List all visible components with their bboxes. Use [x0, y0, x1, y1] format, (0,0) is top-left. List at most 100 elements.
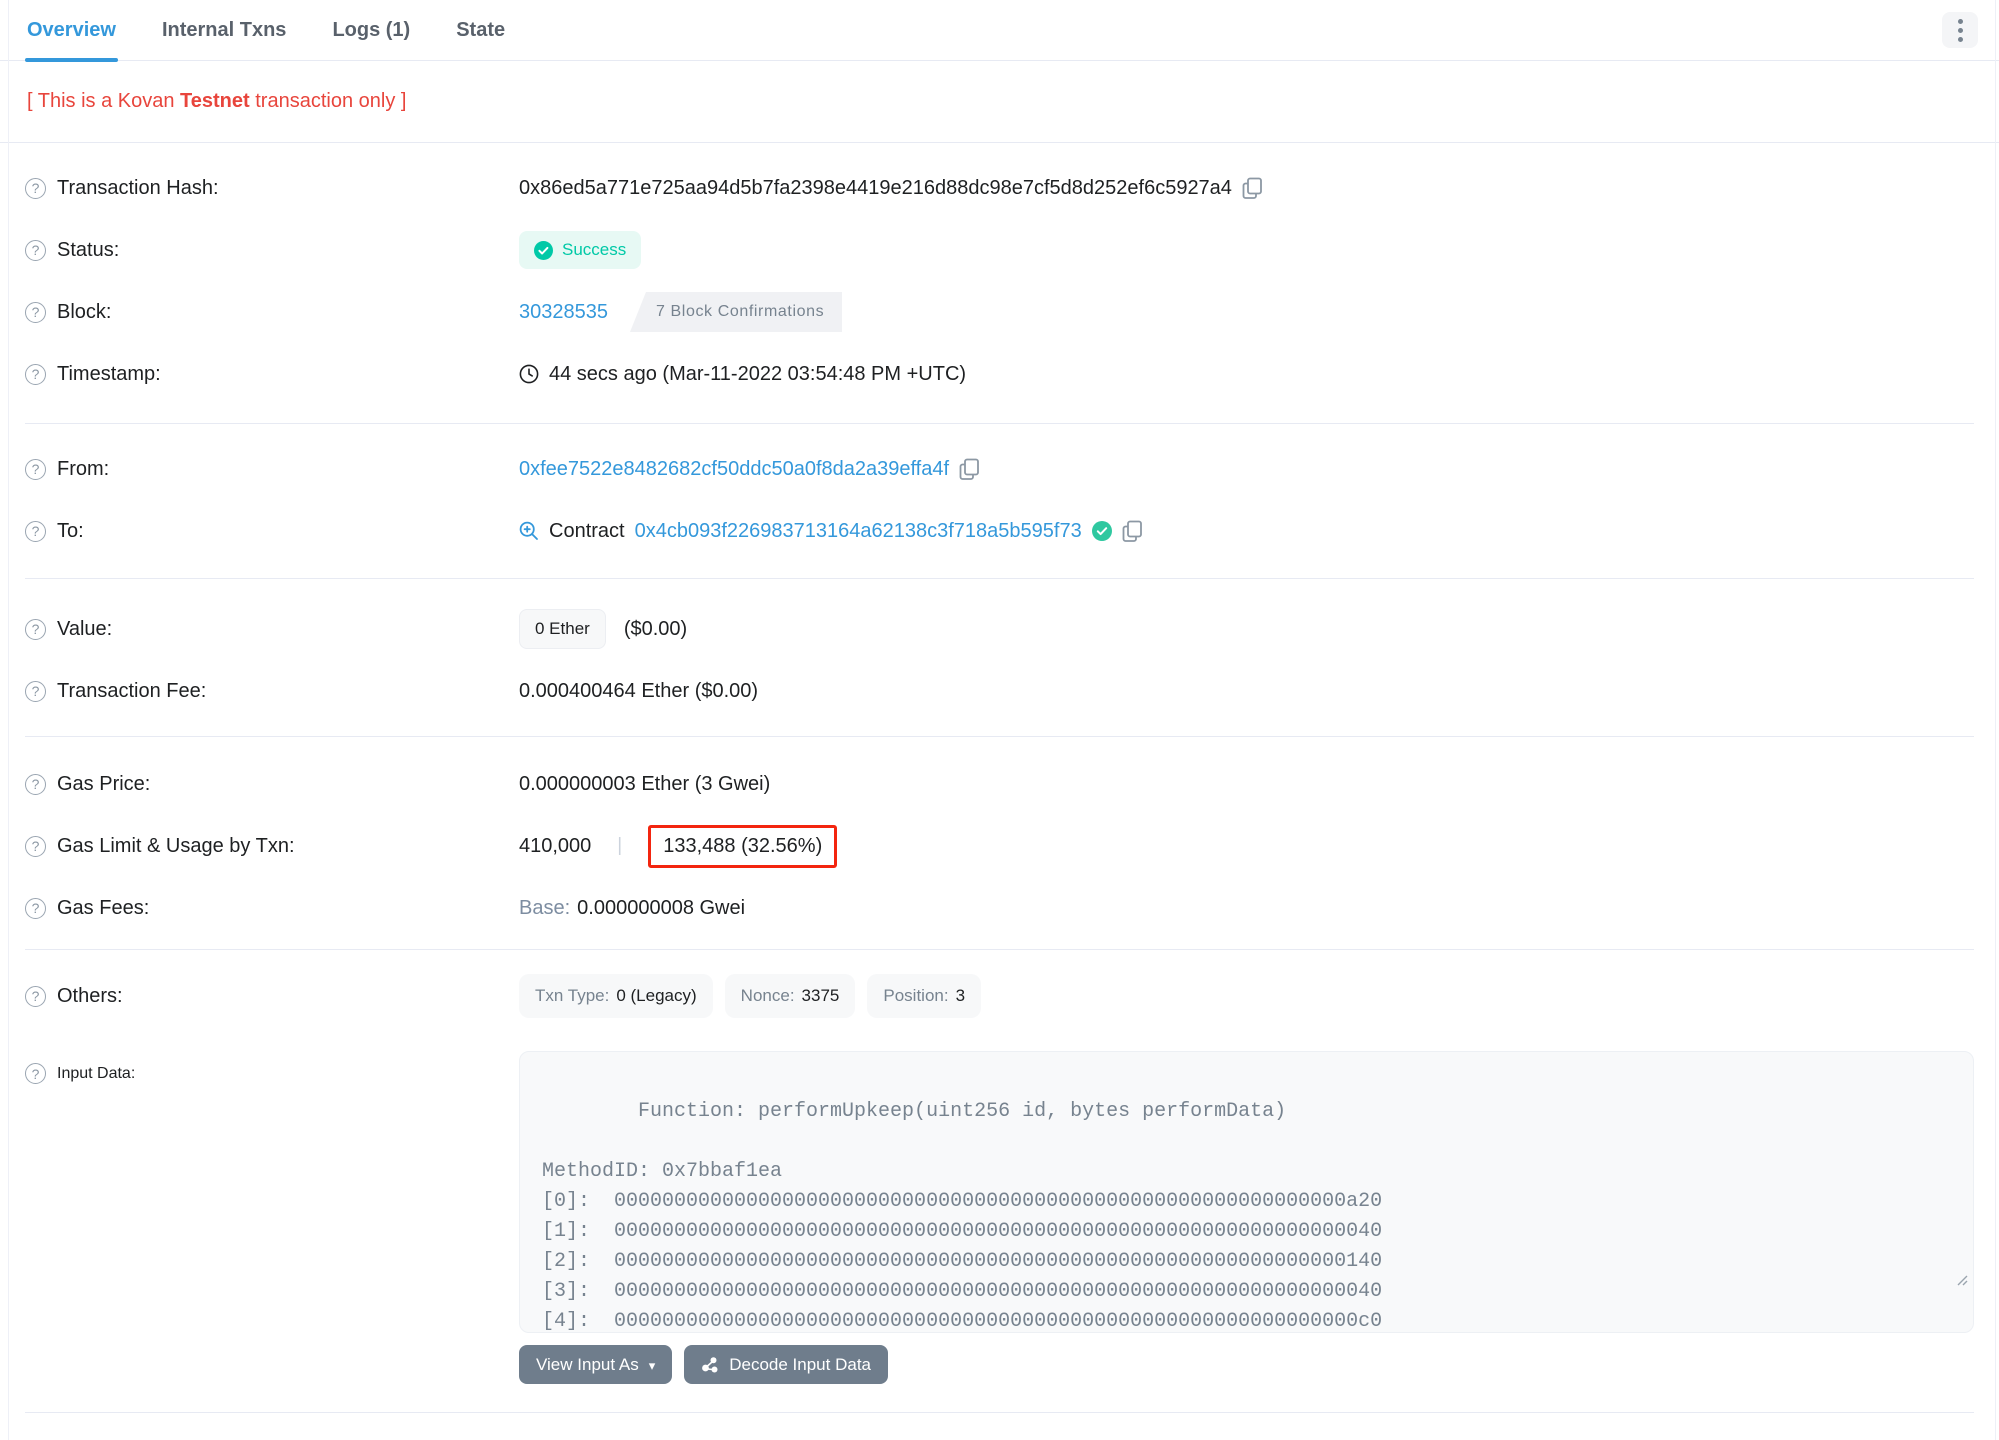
to-row: ? To: Contract 0x4cb093f226983713164a621…: [25, 500, 1974, 562]
testnet-warning-bold: Testnet: [180, 90, 250, 112]
active-tab-underline: [25, 57, 118, 62]
tab-state[interactable]: State: [456, 0, 505, 61]
view-input-as-label: View Input As: [536, 1354, 639, 1374]
timestamp-label: Timestamp:: [57, 362, 161, 385]
gas-usage-value-annotated: 133,488 (32.56%): [648, 824, 838, 868]
help-icon[interactable]: ?: [25, 618, 46, 640]
to-address-link[interactable]: 0x4cb093f226983713164a62138c3f718a5b595f…: [635, 520, 1082, 543]
help-icon[interactable]: ?: [25, 897, 46, 919]
input-data-label: Input Data:: [57, 1064, 136, 1082]
help-icon[interactable]: ?: [25, 1063, 46, 1084]
from-row: ? From: 0xfee7522e8482682cf50ddc50a0f8da…: [25, 438, 1974, 500]
value-ether-badge: 0 Ether: [519, 609, 606, 649]
testnet-warning: [ This is a Kovan Testnet transaction on…: [0, 61, 1999, 143]
decode-input-data-button[interactable]: Decode Input Data: [684, 1345, 888, 1384]
decode-input-data-label: Decode Input Data: [729, 1354, 871, 1374]
tab-overview[interactable]: Overview: [25, 0, 118, 62]
view-input-as-button[interactable]: View Input As ▾: [519, 1345, 673, 1384]
gas-limit-divider: |: [617, 835, 623, 856]
gas-fees-label: Gas Fees:: [57, 896, 150, 919]
status-badge: Success: [519, 231, 642, 269]
tab-internal-txns[interactable]: Internal Txns: [162, 0, 286, 61]
txn-type-key: Txn Type:: [535, 986, 610, 1005]
help-icon[interactable]: ?: [25, 520, 46, 542]
copy-icon[interactable]: [1122, 520, 1143, 543]
help-icon[interactable]: ?: [25, 835, 46, 857]
copy-icon[interactable]: [1242, 177, 1263, 200]
to-contract-prefix: Contract: [549, 519, 625, 542]
transaction-fee-label: Transaction Fee:: [57, 679, 207, 702]
gas-price-label: Gas Price:: [57, 772, 151, 795]
value-row: ? Value: 0 Ether ($0.00): [25, 598, 1974, 660]
transaction-fee-value: 0.000400464 Ether ($0.00): [519, 679, 759, 702]
resize-grip-icon[interactable]: [1834, 1237, 1968, 1327]
help-icon[interactable]: ?: [25, 773, 46, 795]
transaction-hash-label-group: ? Transaction Hash:: [25, 177, 519, 200]
section-addresses: ? From: 0xfee7522e8482682cf50ddc50a0f8da…: [25, 424, 1974, 579]
others-label: Others:: [57, 984, 123, 1007]
position-key: Position:: [883, 986, 949, 1005]
nonce-badge: Nonce: 3375: [724, 974, 856, 1018]
to-label: To:: [57, 519, 84, 542]
kebab-dot-icon: [1957, 36, 1963, 42]
block-label: Block:: [57, 300, 112, 323]
zoom-in-icon[interactable]: [519, 521, 539, 541]
gas-fees-row: ? Gas Fees: Base: 0.000000008 Gwei: [25, 877, 1974, 939]
chevron-down-icon: ▾: [648, 1357, 656, 1373]
position-value: 3: [955, 986, 966, 1005]
gas-fees-base-label: Base:: [519, 896, 571, 919]
input-data-row: ? Input Data: Function: performUpkeep(ui…: [25, 1051, 1974, 1333]
input-data-content: Function: performUpkeep(uint256 id, byte…: [542, 1100, 1383, 1333]
help-icon[interactable]: ?: [25, 363, 46, 385]
from-address-link[interactable]: 0xfee7522e8482682cf50ddc50a0f8da2a39effa…: [519, 458, 949, 481]
gas-fees-base-value: 0.000000008 Gwei: [577, 896, 746, 919]
help-icon[interactable]: ?: [25, 301, 46, 323]
tab-bar: Overview Internal Txns Logs (1) State: [0, 0, 1999, 62]
check-circle-icon: [534, 240, 553, 260]
value-label: Value:: [57, 617, 113, 640]
help-icon[interactable]: ?: [25, 985, 46, 1007]
verified-check-icon: [1091, 521, 1112, 541]
from-label: From:: [57, 457, 110, 480]
kebab-dot-icon: [1957, 27, 1963, 33]
block-number-link[interactable]: 30328535: [519, 301, 608, 324]
clock-icon: [519, 364, 539, 384]
status-row: ? Status: Success: [25, 219, 1974, 281]
decode-icon: [702, 1356, 718, 1372]
testnet-warning-prefix: [ This is a Kovan: [27, 90, 181, 112]
input-data-textarea[interactable]: Function: performUpkeep(uint256 id, byte…: [519, 1051, 1974, 1333]
help-icon[interactable]: ?: [25, 239, 46, 261]
transaction-hash-value: 0x86ed5a771e725aa94d5b7fa2398e4419e216d8…: [519, 176, 1232, 199]
timestamp-value: 44 secs ago (Mar-11-2022 03:54:48 PM +UT…: [549, 362, 967, 385]
testnet-warning-suffix: transaction only ]: [249, 90, 407, 112]
status-label: Status:: [57, 238, 120, 261]
nonce-value: 3375: [801, 986, 840, 1005]
tab-overview-label: Overview: [27, 18, 116, 41]
gas-limit-value: 410,000: [519, 834, 592, 857]
position-badge: Position: 3: [867, 974, 982, 1018]
txn-type-badge: Txn Type: 0 (Legacy): [519, 974, 713, 1018]
gas-limit-usage-row: ? Gas Limit & Usage by Txn: 410,000 | 13…: [25, 815, 1974, 877]
help-icon[interactable]: ?: [25, 177, 46, 199]
transaction-hash-label: Transaction Hash:: [57, 176, 219, 199]
value-usd: ($0.00): [623, 617, 688, 640]
card-left-border: [8, 0, 9, 1440]
copy-icon[interactable]: [959, 458, 980, 481]
timestamp-row: ? Timestamp: 44 secs ago (Mar-11-2022 03…: [25, 343, 1974, 405]
tab-logs[interactable]: Logs (1): [332, 0, 410, 61]
kebab-menu-button[interactable]: [1942, 12, 1978, 48]
section-gas: ? Gas Price: 0.000000003 Ether (3 Gwei) …: [25, 737, 1974, 950]
help-icon[interactable]: ?: [25, 680, 46, 702]
txn-type-value: 0 (Legacy): [616, 986, 697, 1005]
transaction-hash-row: ? Transaction Hash: 0x86ed5a771e725aa94d…: [25, 157, 1974, 219]
transaction-fee-row: ? Transaction Fee: 0.000400464 Ether ($0…: [25, 660, 1974, 722]
help-icon[interactable]: ?: [25, 458, 46, 480]
tab-state-label: State: [456, 18, 506, 41]
block-confirmations-badge: 7 Block Confirmations: [629, 292, 843, 332]
nonce-key: Nonce:: [740, 986, 795, 1005]
status-badge-label: Success: [562, 240, 627, 259]
gas-price-value: 0.000000003 Ether (3 Gwei): [519, 772, 771, 795]
section-value-fee: ? Value: 0 Ether ($0.00) ? Transaction F…: [25, 579, 1974, 737]
section-overview-top: ? Transaction Hash: 0x86ed5a771e725aa94d…: [25, 143, 1974, 424]
section-others-input: ? Others: Txn Type: 0 (Legacy) Nonce: 33…: [25, 950, 1974, 1413]
